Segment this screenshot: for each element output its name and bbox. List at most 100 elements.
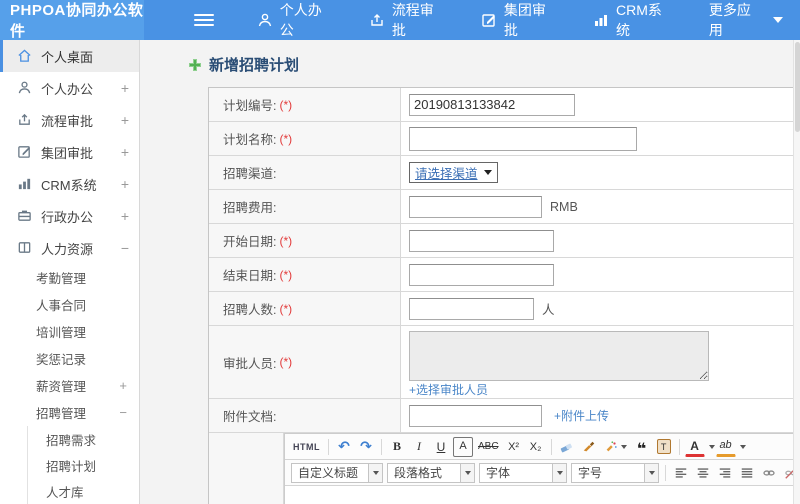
caret-down-icon: [773, 17, 784, 23]
form-row-headcount: 招聘人数: (*) 人: [209, 292, 794, 326]
field-label: 计划编号: (*): [209, 88, 401, 121]
form-row-end-date: 结束日期: (*): [209, 258, 794, 292]
sidebar-item-personal-office[interactable]: 个人办公 +: [0, 72, 139, 104]
sidebar-subitem-recruit-mgmt[interactable]: 招聘管理 −: [0, 399, 139, 426]
sidebar-subitem-hr-contract[interactable]: 人事合同: [0, 291, 139, 318]
page-title-text: 新增招聘计划: [209, 57, 300, 74]
sidebar-subitem-recruit-plan[interactable]: 招聘计划: [28, 452, 139, 478]
nav-group-approval[interactable]: 集团审批: [481, 0, 559, 40]
align-left-icon[interactable]: [671, 463, 691, 483]
auto-typeset-icon[interactable]: [601, 437, 630, 457]
sidebar-subitem-training[interactable]: 培训管理: [0, 318, 139, 345]
plan-number-input[interactable]: [409, 93, 575, 116]
caret-down-icon: [368, 463, 382, 482]
book-icon: [17, 240, 33, 256]
bold-button[interactable]: B: [387, 437, 407, 457]
channel-select[interactable]: 请选择渠道: [409, 162, 498, 183]
paragraph-format-select[interactable]: 段落格式: [387, 462, 475, 483]
editor-content-area[interactable]: [285, 486, 794, 504]
sidebar-subitem-attendance[interactable]: 考勤管理: [0, 264, 139, 291]
strikethrough-button[interactable]: ABC: [475, 437, 502, 457]
superscript-button[interactable]: X²: [504, 437, 524, 457]
edit-icon: [481, 12, 497, 28]
form-row-cost: 招聘费用: RMB: [209, 190, 794, 224]
blockquote-button[interactable]: ❝: [632, 437, 652, 457]
html-source-button[interactable]: HTML: [290, 437, 323, 457]
vertical-scrollbar[interactable]: [793, 40, 800, 504]
collapse-minus-icon[interactable]: −: [121, 240, 129, 256]
required-marker: (*): [279, 355, 293, 369]
link-icon[interactable]: [759, 463, 779, 483]
nav-more-apps[interactable]: 更多应用: [708, 0, 784, 40]
align-right-icon[interactable]: [715, 463, 735, 483]
form-row-approvers: 审批人员: (*) +选择审批人员: [209, 326, 794, 399]
sidebar-subitem-talent-pool[interactable]: 人才库: [28, 478, 139, 504]
expand-plus-icon[interactable]: +: [121, 144, 129, 160]
nav-label: 流程审批: [391, 2, 434, 38]
menu-toggle-icon[interactable]: [193, 11, 214, 29]
collapse-minus-icon[interactable]: −: [119, 405, 127, 420]
caret-down-icon: [460, 463, 474, 482]
expand-plus-icon[interactable]: +: [121, 112, 129, 128]
sidebar-subitem-recruit-demand[interactable]: 招聘需求: [28, 426, 139, 452]
redo-icon[interactable]: ↷: [356, 437, 376, 457]
sidebar-item-crm[interactable]: CRM系统 +: [0, 168, 139, 200]
font-family-select[interactable]: 字体: [479, 462, 567, 483]
italic-button[interactable]: I: [409, 437, 429, 457]
sidebar-item-label: 个人办公: [41, 81, 94, 97]
start-date-input[interactable]: [409, 229, 554, 252]
flow-icon: [369, 12, 385, 28]
sidebar-item-admin-office[interactable]: 行政办公 +: [0, 200, 139, 232]
nav-workflow-approval[interactable]: 流程审批: [369, 0, 447, 40]
app-logo[interactable]: PHPOA协同办公软件: [0, 0, 144, 40]
select-approvers-link[interactable]: +选择审批人员: [409, 381, 488, 398]
subscript-button[interactable]: X₂: [526, 437, 546, 457]
sidebar-item-group-approval[interactable]: 集团审批 +: [0, 136, 139, 168]
scrollbar-thumb[interactable]: [794, 42, 800, 132]
required-marker: (*): [279, 301, 293, 316]
form-row-start-date: 开始日期: (*): [209, 224, 794, 258]
font-color-button[interactable]: A: [684, 437, 705, 457]
nav-personal-office[interactable]: 个人办公: [257, 0, 335, 40]
headcount-input[interactable]: [409, 297, 534, 320]
caret-down-icon: [644, 463, 658, 482]
expand-plus-icon[interactable]: +: [121, 208, 129, 224]
char-border-button[interactable]: A: [453, 436, 473, 457]
briefcase-icon: [17, 208, 33, 224]
editor-toolbar-row2: 自定义标题 段落格式 字体 字号: [285, 460, 794, 486]
approvers-textarea[interactable]: [409, 330, 709, 381]
sidebar-item-hr[interactable]: 人力资源 −: [0, 232, 139, 264]
bar-chart-icon: [17, 176, 33, 192]
sidebar-subitem-rewards[interactable]: 奖惩记录: [0, 345, 139, 372]
expand-plus-icon[interactable]: +: [121, 80, 129, 96]
sidebar-item-label: 流程审批: [41, 113, 94, 129]
cost-input[interactable]: [409, 195, 542, 218]
sidebar-item-workflow-approval[interactable]: 流程审批 +: [0, 104, 139, 136]
end-date-input[interactable]: [409, 263, 554, 286]
field-label: 审批人员: (*): [209, 326, 401, 398]
sidebar-subitem-salary[interactable]: 薪资管理 +: [0, 372, 139, 399]
field-label-empty: [209, 433, 284, 504]
highlight-color-button[interactable]: ab: [715, 437, 736, 457]
nav-crm-system[interactable]: CRM系统: [593, 0, 675, 40]
remove-format-icon[interactable]: [557, 437, 577, 457]
align-justify-icon[interactable]: [737, 463, 757, 483]
required-marker: (*): [279, 97, 293, 112]
attachment-upload-link[interactable]: +附件上传: [554, 407, 609, 424]
plan-name-input[interactable]: [409, 126, 637, 151]
underline-button[interactable]: U: [431, 437, 451, 457]
sidebar-item-desktop[interactable]: 个人桌面: [0, 40, 139, 72]
heading-select[interactable]: 自定义标题: [291, 462, 383, 483]
nav-label: 更多应用: [708, 2, 751, 38]
align-center-icon[interactable]: [693, 463, 713, 483]
expand-plus-icon[interactable]: +: [121, 176, 129, 192]
paste-icon[interactable]: T: [654, 437, 674, 457]
font-size-select[interactable]: 字号: [571, 462, 659, 483]
field-label: 计划名称: (*): [209, 122, 401, 155]
format-painter-icon[interactable]: [579, 437, 599, 457]
editor-toolbar-row1: HTML ↶ ↷ B I U A ABC X² X₂ ❝ T A ab: [285, 434, 794, 460]
undo-icon[interactable]: ↶: [334, 437, 354, 457]
expand-plus-icon[interactable]: +: [119, 378, 127, 393]
nav-label: 个人办公: [279, 2, 322, 38]
attachment-input[interactable]: [409, 404, 542, 427]
